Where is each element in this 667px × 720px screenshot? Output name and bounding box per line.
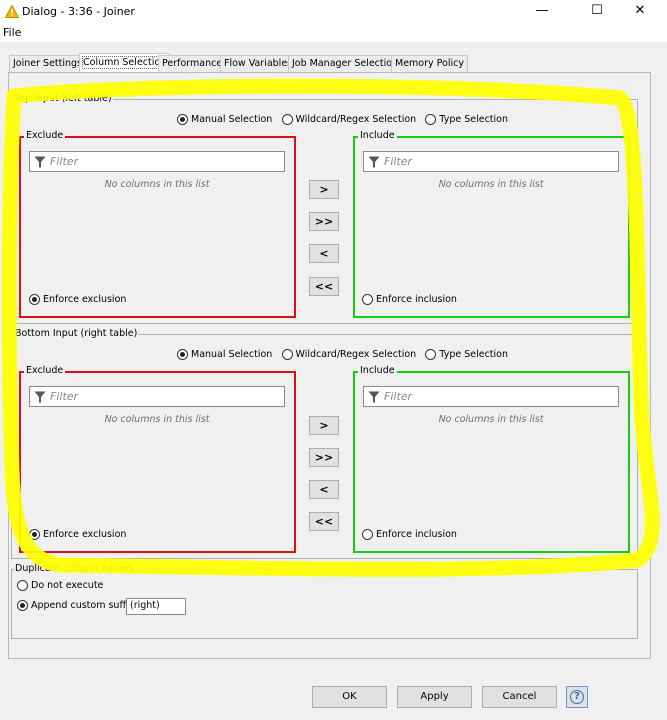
top-input-title: Top Input (left table) [14, 93, 113, 104]
bottom-mode-radios: Manual Selection Wildcard/Regex Selectio… [177, 349, 514, 361]
menu-file[interactable]: File [3, 26, 21, 39]
top-add-all-button[interactable]: >> [309, 212, 339, 231]
top-exclude-empty: No columns in this list [104, 179, 210, 190]
filter-icon [34, 391, 46, 403]
bottom-mode-type[interactable]: Type Selection [425, 349, 508, 361]
menu-bar: File [0, 24, 667, 42]
tab-performance[interactable]: Performance [158, 55, 227, 72]
tab-column-selection[interactable]: Column Selection [79, 53, 171, 72]
apply-button[interactable]: Apply [397, 686, 472, 708]
minimize-button[interactable]: — [522, 0, 562, 22]
bottom-mode-manual[interactable]: Manual Selection [177, 349, 272, 361]
top-remove-all-button[interactable]: << [309, 277, 339, 296]
maximize-button[interactable]: ☐ [577, 0, 617, 22]
top-exclude-filter[interactable]: Filter [29, 151, 285, 172]
window-title: Dialog - 3:36 - Joiner [22, 5, 135, 18]
tab-memory-policy[interactable]: Memory Policy [391, 55, 468, 72]
top-enforce-inclusion[interactable]: Enforce inclusion [362, 294, 457, 306]
help-button[interactable]: ? [566, 686, 588, 708]
top-mode-manual[interactable]: Manual Selection [177, 114, 272, 126]
bottom-include-empty: No columns in this list [438, 414, 544, 425]
title-bar: Dialog - 3:36 - Joiner — ☐ ✕ [0, 0, 667, 24]
suffix-input[interactable]: (right) [126, 598, 186, 615]
bottom-remove-all-button[interactable]: << [309, 512, 339, 531]
top-enforce-exclusion[interactable]: Enforce exclusion [29, 294, 126, 306]
top-remove-button[interactable]: < [309, 244, 339, 263]
bottom-add-button[interactable]: > [309, 416, 339, 435]
bottom-enforce-inclusion[interactable]: Enforce inclusion [362, 529, 457, 541]
cancel-button[interactable]: Cancel [482, 686, 557, 708]
bottom-enforce-exclusion[interactable]: Enforce exclusion [29, 529, 126, 541]
ok-button[interactable]: OK [312, 686, 387, 708]
bottom-include-title: Include [358, 365, 397, 376]
top-include-filter[interactable]: Filter [363, 151, 619, 172]
tab-job-manager-selection[interactable]: Job Manager Selection [288, 55, 403, 72]
bottom-input-title: Bottom Input (right table) [14, 328, 139, 339]
bottom-exclude-filter[interactable]: Filter [29, 386, 285, 407]
filter-icon [34, 156, 46, 168]
bottom-exclude-title: Exclude [24, 365, 66, 376]
filter-icon [368, 156, 380, 168]
top-include-empty: No columns in this list [438, 179, 544, 190]
do-not-execute-radio[interactable]: Do not execute [17, 580, 103, 592]
top-add-button[interactable]: > [309, 180, 339, 199]
filter-icon [368, 391, 380, 403]
bottom-add-all-button[interactable]: >> [309, 448, 339, 467]
bottom-mode-wildcard[interactable]: Wildcard/Regex Selection [281, 349, 416, 361]
top-exclude-title: Exclude [24, 130, 66, 141]
top-mode-radios: Manual Selection Wildcard/Regex Selectio… [177, 114, 514, 126]
help-icon: ? [570, 690, 584, 704]
top-mode-wildcard[interactable]: Wildcard/Regex Selection [281, 114, 416, 126]
append-suffix-radio[interactable]: Append custom suffix [17, 600, 134, 612]
warning-triangle-icon [5, 5, 19, 18]
tab-joiner-settings[interactable]: Joiner Settings [9, 55, 87, 72]
duplicates-title: Duplicate column names [14, 563, 135, 574]
close-button[interactable]: ✕ [620, 0, 660, 22]
top-include-title: Include [358, 130, 397, 141]
tab-flow-variables[interactable]: Flow Variables [220, 55, 297, 72]
bottom-exclude-empty: No columns in this list [104, 414, 210, 425]
bottom-remove-button[interactable]: < [309, 480, 339, 499]
bottom-include-filter[interactable]: Filter [363, 386, 619, 407]
top-mode-type[interactable]: Type Selection [425, 114, 508, 126]
